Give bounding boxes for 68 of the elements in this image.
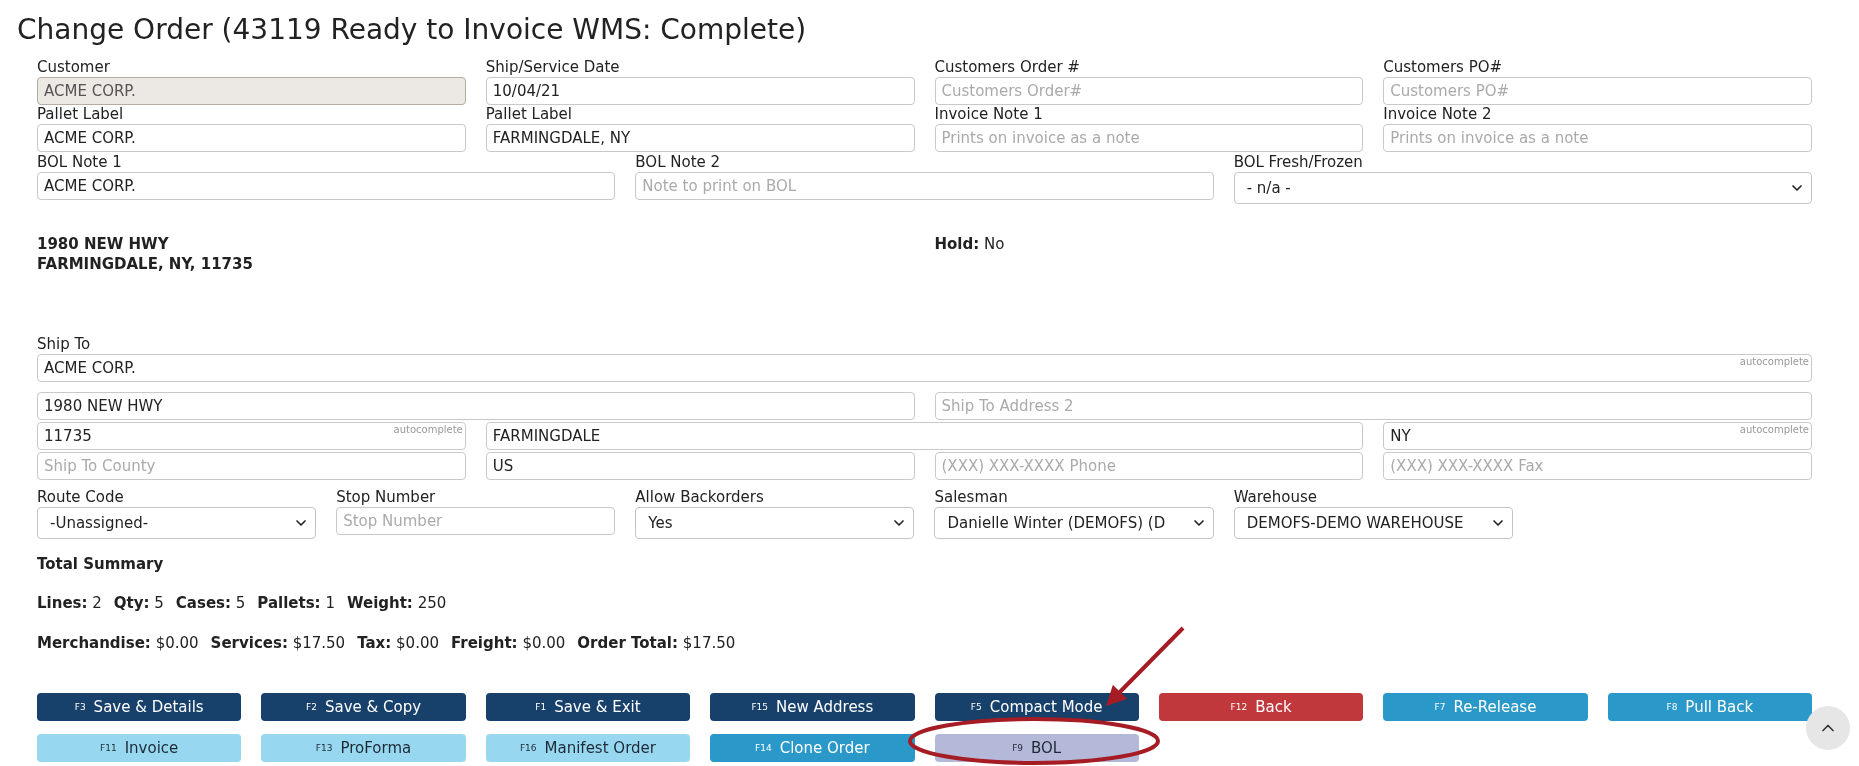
field-label: Customer [37, 58, 111, 77]
summary-item: Merchandise: $0.00 [37, 633, 199, 653]
action-button[interactable]: F2 Save & Copy [261, 693, 466, 721]
field-label: Pallet Label [485, 105, 573, 124]
text-field[interactable]: 10/04/21 [485, 77, 915, 105]
text-field[interactable]: US [485, 452, 915, 480]
action-button[interactable]: F9 BOL [934, 734, 1139, 762]
field-label: Route Code [37, 488, 125, 507]
action-button[interactable]: F12 Back [1158, 693, 1364, 721]
text-field[interactable]: Ship To Address 2 [934, 392, 1812, 420]
field-label: Customers Order # [934, 58, 1081, 77]
text-field[interactable]: Stop Number [336, 507, 616, 535]
field-label: Customers PO# [1383, 58, 1504, 77]
text-field[interactable]: FARMINGDALE [485, 422, 1364, 450]
field-label: Salesman [934, 488, 1009, 507]
text-field[interactable]: Customers PO# [1383, 77, 1812, 105]
action-button[interactable]: F15 New Address [710, 693, 915, 721]
section-label: Ship To [37, 335, 91, 353]
dropdown[interactable]: -Unassigned- [37, 507, 317, 539]
field-label: Allow Backorders [635, 488, 765, 507]
text-field[interactable]: Prints on invoice as a note [934, 124, 1364, 152]
summary-item: Services: $17.50 [210, 633, 346, 653]
text-field[interactable]: Customers Order# [934, 77, 1364, 105]
summary-title: Total Summary [37, 555, 165, 573]
summary-item: Weight: 250 [346, 593, 447, 613]
autocomplete-hint: autocomplete [393, 424, 463, 435]
field-label: Warehouse [1233, 488, 1319, 507]
autocomplete-hint: autocomplete [1739, 356, 1809, 367]
scroll-to-top-button[interactable] [1806, 706, 1850, 750]
text-field[interactable]: Prints on invoice as a note [1383, 124, 1812, 152]
summary-item: Pallets: 1 [257, 593, 335, 613]
summary-item: Qty: 5 [113, 593, 164, 613]
field-label: Ship/Service Date [485, 58, 621, 77]
hold-status: Hold: No [934, 234, 1006, 254]
text-field[interactable]: (XXX) XXX-XXXX Fax [1383, 452, 1812, 480]
text-field[interactable]: ACME CORP. [37, 172, 616, 200]
summary-item: Freight: $0.00 [451, 633, 566, 653]
address-line: FARMINGDALE, NY, 11735 [37, 254, 254, 274]
address-line: 1980 NEW HWY [37, 234, 170, 254]
text-field[interactable]: ACME CORP. [37, 124, 466, 152]
action-button[interactable]: F3 Save & Details [37, 693, 242, 721]
text-field[interactable]: Note to print on BOL [635, 172, 1214, 200]
field-label: BOL Fresh/Frozen [1233, 153, 1364, 172]
action-button[interactable]: F11 Invoice [37, 734, 242, 762]
page-title: Change Order (43119 Ready to Invoice WMS: Complete) [17, 12, 808, 48]
field-label: Invoice Note 2 [1383, 105, 1493, 124]
field-label: Pallet Label [37, 105, 125, 124]
dropdown[interactable]: Danielle Winter (DEMOFS) (D [934, 507, 1214, 539]
action-button[interactable]: F16 Manifest Order [485, 734, 691, 762]
summary-item: Lines: 2 [37, 593, 102, 613]
field-label: BOL Note 2 [635, 153, 722, 172]
field-label: BOL Note 1 [37, 153, 123, 172]
action-button[interactable]: F13 ProForma [261, 734, 466, 762]
field-label: Stop Number [336, 488, 437, 507]
text-field[interactable]: 1980 NEW HWY [37, 392, 915, 420]
autocomplete-hint: autocomplete [1739, 424, 1809, 435]
field-label: Invoice Note 1 [934, 105, 1044, 124]
dropdown[interactable]: - n/a - [1233, 172, 1812, 204]
action-button[interactable]: F5 Compact Mode [934, 693, 1139, 721]
text-field[interactable]: FARMINGDALE, NY [485, 124, 915, 152]
summary-item: Cases: 5 [175, 593, 246, 613]
action-button[interactable]: F1 Save & Exit [485, 693, 691, 721]
text-field[interactable]: Ship To County [37, 452, 466, 480]
summary-item: Tax: $0.00 [357, 633, 439, 653]
dropdown[interactable]: Yes [635, 507, 915, 539]
dropdown[interactable]: DEMOFS-DEMO WAREHOUSE [1233, 507, 1513, 539]
text-field[interactable]: (XXX) XXX-XXXX Phone [934, 452, 1364, 480]
summary-item: Order Total: $17.50 [577, 633, 736, 653]
